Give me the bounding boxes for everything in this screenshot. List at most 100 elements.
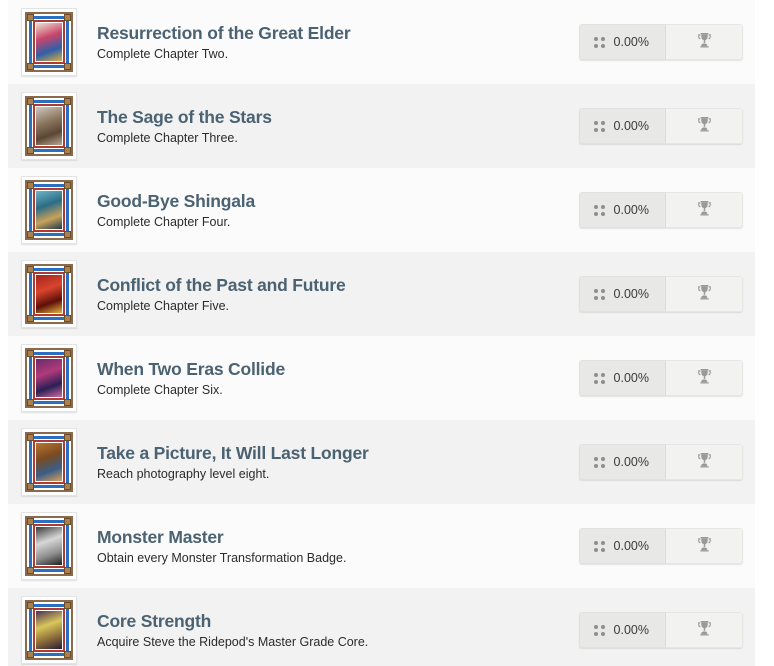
trophy-icon <box>696 536 713 557</box>
dots-grid-icon <box>593 456 605 468</box>
achievement-thumbnail[interactable] <box>21 8 77 76</box>
achievement-button-group: 0.00% <box>578 24 743 60</box>
achievement-button-group: 0.00% <box>578 360 743 396</box>
framed-portrait-icon <box>25 348 73 408</box>
achievement-button-group: 0.00% <box>578 528 743 564</box>
framed-portrait-icon <box>25 264 73 324</box>
achievement-title[interactable]: Resurrection of the Great Elder <box>97 22 579 44</box>
trophy-button[interactable] <box>665 24 743 60</box>
badge-collection-icon <box>25 516 73 576</box>
achievement-title[interactable]: When Two Eras Collide <box>97 358 579 380</box>
progress-button[interactable]: 0.00% <box>578 360 665 396</box>
achievement-description: Complete Chapter Five. <box>97 298 230 313</box>
progress-button[interactable]: 0.00% <box>578 24 665 60</box>
trophy-icon <box>696 620 713 641</box>
achievement-description: Reach photography level eight. <box>97 466 270 481</box>
progress-button[interactable]: 0.00% <box>578 528 665 564</box>
trophy-button[interactable] <box>665 276 743 312</box>
progress-label: 0.00% <box>613 455 649 469</box>
achievement-row[interactable]: Core Strength Acquire Steve the Ridepod'… <box>8 588 755 666</box>
achievement-thumbnail[interactable] <box>21 260 77 328</box>
trophy-button[interactable] <box>665 444 743 480</box>
progress-button[interactable]: 0.00% <box>578 192 665 228</box>
achievement-title[interactable]: Take a Picture, It Will Last Longer <box>97 442 579 464</box>
achievement-thumbnail[interactable] <box>21 176 77 244</box>
trophy-icon <box>696 116 713 137</box>
achievement-actions: 0.00% <box>578 276 743 312</box>
achievement-row[interactable]: Resurrection of the Great Elder Complete… <box>8 0 755 84</box>
progress-label: 0.00% <box>613 203 649 217</box>
trophy-button[interactable] <box>665 612 743 648</box>
achievement-button-group: 0.00% <box>578 276 743 312</box>
achievement-row[interactable]: Conflict of the Past and Future Complete… <box>8 252 755 336</box>
achievement-text: Core Strength Acquire Steve the Ridepod'… <box>77 610 579 651</box>
achievement-row[interactable]: When Two Eras Collide Complete Chapter S… <box>8 336 755 420</box>
achievement-button-group: 0.00% <box>578 108 743 144</box>
progress-label: 0.00% <box>613 287 649 301</box>
achievement-text: The Sage of the Stars Complete Chapter T… <box>77 106 579 147</box>
achievement-text: Resurrection of the Great Elder Complete… <box>77 22 579 63</box>
achievement-description: Complete Chapter Three. <box>97 130 238 145</box>
trophy-button[interactable] <box>665 360 743 396</box>
achievement-description: Acquire Steve the Ridepod's Master Grade… <box>97 634 369 649</box>
dots-grid-icon <box>593 540 605 552</box>
framed-portrait-icon <box>25 180 73 240</box>
trophy-button[interactable] <box>665 192 743 228</box>
framed-portrait-icon <box>25 12 73 72</box>
trophy-icon <box>696 284 713 305</box>
achievement-text: Take a Picture, It Will Last Longer Reac… <box>77 442 579 483</box>
achievement-actions: 0.00% <box>578 192 743 228</box>
framed-portrait-icon <box>25 96 73 156</box>
achievement-list: Resurrection of the Great Elder Complete… <box>0 0 774 666</box>
vintage-camera-icon <box>25 432 73 492</box>
achievement-text: Good-Bye Shingala Complete Chapter Four. <box>77 190 579 231</box>
achievement-description: Complete Chapter Six. <box>97 382 223 397</box>
achievement-thumbnail[interactable] <box>21 596 77 664</box>
achievement-button-group: 0.00% <box>578 612 743 648</box>
achievement-thumbnail[interactable] <box>21 512 77 580</box>
progress-button[interactable]: 0.00% <box>578 276 665 312</box>
achievement-actions: 0.00% <box>578 612 743 648</box>
achievement-row[interactable]: The Sage of the Stars Complete Chapter T… <box>8 84 755 168</box>
progress-button[interactable]: 0.00% <box>578 444 665 480</box>
achievement-thumbnail[interactable] <box>21 344 77 412</box>
trophy-icon <box>696 200 713 221</box>
achievement-actions: 0.00% <box>578 360 743 396</box>
progress-label: 0.00% <box>613 35 649 49</box>
achievement-title[interactable]: Good-Bye Shingala <box>97 190 579 212</box>
achievement-thumbnail[interactable] <box>21 92 77 160</box>
achievement-description: Obtain every Monster Transformation Badg… <box>97 550 347 565</box>
trophy-button[interactable] <box>665 108 743 144</box>
achievement-text: Monster Master Obtain every Monster Tran… <box>77 526 579 567</box>
progress-label: 0.00% <box>613 119 649 133</box>
achievement-title[interactable]: Core Strength <box>97 610 579 632</box>
achievement-title[interactable]: Conflict of the Past and Future <box>97 274 579 296</box>
trophy-icon <box>696 452 713 473</box>
trophy-icon <box>696 32 713 53</box>
progress-label: 0.00% <box>613 371 649 385</box>
progress-button[interactable]: 0.00% <box>578 612 665 648</box>
achievement-row[interactable]: Take a Picture, It Will Last Longer Reac… <box>8 420 755 504</box>
trophy-button[interactable] <box>665 528 743 564</box>
achievement-text: Conflict of the Past and Future Complete… <box>77 274 579 315</box>
achievement-actions: 0.00% <box>578 24 743 60</box>
achievement-actions: 0.00% <box>578 108 743 144</box>
achievement-actions: 0.00% <box>578 528 743 564</box>
achievement-description: Complete Chapter Four. <box>97 214 231 229</box>
dots-grid-icon <box>593 288 605 300</box>
achievement-row[interactable]: Monster Master Obtain every Monster Tran… <box>8 504 755 588</box>
achievement-button-group: 0.00% <box>578 192 743 228</box>
dots-grid-icon <box>593 36 605 48</box>
trophy-icon <box>696 368 713 389</box>
dots-grid-icon <box>593 120 605 132</box>
achievement-title[interactable]: The Sage of the Stars <box>97 106 579 128</box>
achievement-thumbnail[interactable] <box>21 428 77 496</box>
progress-button[interactable]: 0.00% <box>578 108 665 144</box>
dots-grid-icon <box>593 624 605 636</box>
achievement-button-group: 0.00% <box>578 444 743 480</box>
achievement-row[interactable]: Good-Bye Shingala Complete Chapter Four.… <box>8 168 755 252</box>
dots-grid-icon <box>593 204 605 216</box>
achievement-text: When Two Eras Collide Complete Chapter S… <box>77 358 579 399</box>
achievement-title[interactable]: Monster Master <box>97 526 579 548</box>
robot-core-icon <box>25 600 73 660</box>
